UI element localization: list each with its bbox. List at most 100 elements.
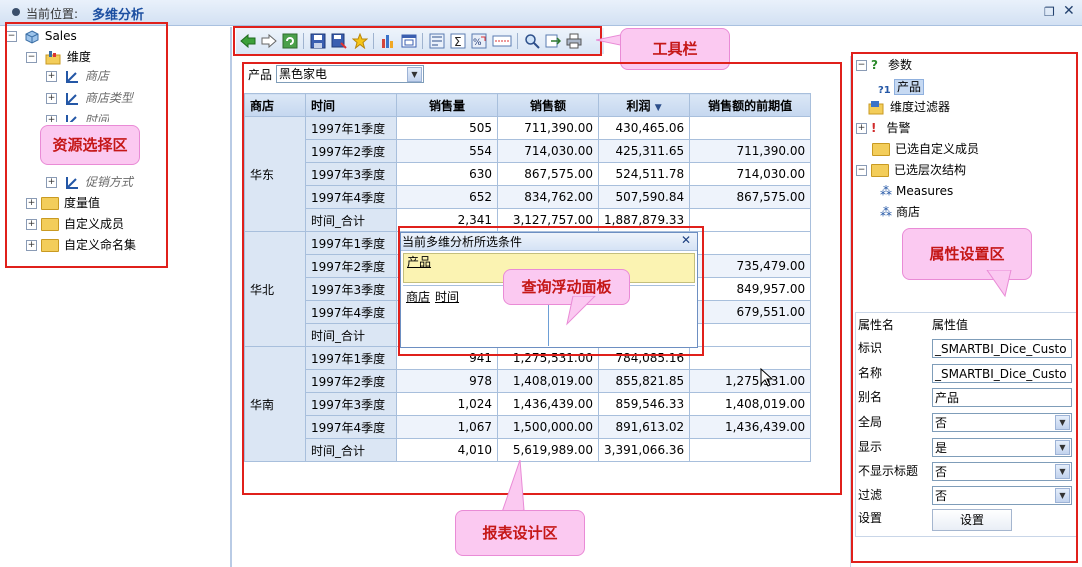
row-header-time[interactable]: 时间_合计 — [305, 323, 397, 347]
prop-value-select[interactable]: 是 ▼ — [932, 438, 1072, 457]
window-icon[interactable] — [401, 33, 417, 49]
calculate-icon[interactable]: % — [471, 33, 487, 49]
sort-desc-icon[interactable]: ▼ — [655, 103, 662, 113]
expand-icon[interactable]: + — [26, 219, 37, 230]
column-header-store[interactable]: 商店 — [244, 93, 306, 117]
collapse-icon[interactable]: − — [856, 165, 867, 176]
search-icon[interactable] — [524, 33, 540, 49]
column-header-profit[interactable]: 利润 ▼ — [597, 93, 691, 117]
tree-node-params[interactable]: −? 参数 — [856, 55, 912, 75]
chevron-down-icon[interactable]: ▼ — [407, 67, 422, 82]
forward-icon[interactable] — [261, 33, 277, 49]
collapse-icon[interactable]: − — [856, 60, 867, 71]
row-header-time[interactable]: 1997年2季度 — [305, 369, 397, 393]
expand-icon[interactable]: + — [46, 71, 57, 82]
prop-value-select[interactable]: 否 ▼ — [932, 486, 1072, 505]
tree-node-custom-members[interactable]: + 自定义成员 — [26, 214, 124, 234]
chevron-down-icon[interactable]: ▼ — [1055, 464, 1070, 479]
product-filter-select[interactable]: 黑色家电 ▼ — [276, 65, 424, 83]
column-header-prev-sales[interactable]: 销售额的前期值 — [689, 93, 812, 117]
row-item-store[interactable]: 商店 — [406, 288, 430, 305]
prop-value-select[interactable]: 否 ▼ — [932, 413, 1072, 432]
row-header-time[interactable]: 1997年3季度 — [305, 277, 397, 301]
floating-panel-titlebar[interactable]: 当前多维分析所选条件 — [401, 233, 697, 251]
table-row: 1997年2季度 554 714,030.00 425,311.65 711,390.0… — [245, 139, 812, 163]
restore-window-icon[interactable]: ❐ — [1044, 5, 1055, 19]
row-header-time[interactable]: 1997年2季度 — [305, 139, 397, 163]
row-header-time[interactable]: 时间_合计 — [305, 208, 397, 232]
tree-label: 商店 — [896, 205, 921, 219]
sum-icon[interactable]: Σ — [450, 33, 466, 49]
tree-label: 已选层次结构 — [894, 163, 967, 177]
cell-prev-sales: 735,479.00 — [689, 254, 812, 278]
expand-icon[interactable]: + — [26, 198, 37, 209]
floating-panel-close-icon[interactable]: ✕ — [681, 233, 691, 247]
tree-item-param-product[interactable]: ?1 产品 — [878, 77, 925, 97]
tree-item-time[interactable]: + 时间 — [46, 110, 109, 122]
tree-item-store-type[interactable]: + 商店类型 — [46, 88, 133, 108]
expand-icon[interactable]: + — [46, 93, 57, 104]
refresh-icon[interactable] — [282, 33, 298, 49]
cell-prev-sales — [689, 208, 812, 232]
prop-value-input[interactable]: _SMARTBI_Dice_Custo — [932, 364, 1072, 383]
tree-node-selected-hierarchy[interactable]: − 已选层次结构 — [856, 160, 966, 180]
chevron-down-icon[interactable]: ▼ — [1055, 415, 1070, 430]
expand-icon[interactable]: + — [26, 240, 37, 251]
collapse-icon[interactable]: − — [6, 31, 17, 42]
tree-node-selected-custom[interactable]: 已选自定义成员 — [872, 139, 979, 159]
row-header-time[interactable]: 1997年1季度 — [305, 346, 397, 370]
row-header-time[interactable]: 1997年3季度 — [305, 162, 397, 186]
expand-icon[interactable]: + — [856, 123, 867, 134]
row-header-time[interactable]: 1997年4季度 — [305, 185, 397, 209]
tree-root-sales[interactable]: − Sales — [6, 26, 77, 46]
export-icon[interactable] — [545, 33, 562, 49]
row-header-time[interactable]: 1997年1季度 — [305, 231, 397, 255]
column-header-time[interactable]: 时间 — [305, 93, 397, 117]
row-header-time[interactable]: 1997年3季度 — [305, 392, 397, 416]
close-window-icon[interactable]: ✕ — [1063, 3, 1075, 19]
tree-node-alerts[interactable]: +! 告警 — [856, 118, 911, 138]
save-as-icon[interactable] — [331, 33, 347, 49]
prop-value-input[interactable]: 产品 — [932, 388, 1072, 407]
column-header-sales[interactable]: 销售额 — [497, 93, 599, 117]
tree-item-promotion[interactable]: + 促销方式 — [46, 172, 133, 192]
column-header-quantity[interactable]: 销售量 — [396, 93, 498, 117]
filter-icon[interactable] — [429, 33, 445, 49]
row-header-time[interactable]: 1997年4季度 — [305, 300, 397, 324]
collapse-icon[interactable]: − — [26, 52, 37, 63]
tree-item-store[interactable]: + 商店 — [46, 66, 109, 86]
settings-button[interactable]: 设置 — [932, 509, 1012, 531]
tree-node-measures[interactable]: + 度量值 — [26, 193, 100, 213]
row-header-time[interactable]: 1997年1季度 — [305, 116, 397, 140]
tree-node-dim-filter[interactable]: 维度过滤器 — [868, 97, 950, 117]
favorite-icon[interactable] — [351, 32, 369, 50]
save-icon[interactable] — [310, 33, 326, 49]
expand-icon[interactable]: + — [46, 115, 57, 122]
chart-icon[interactable] — [380, 33, 396, 49]
cube-icon — [25, 29, 39, 44]
cell-profit: 855,821.85 — [597, 369, 691, 393]
print-icon[interactable] — [566, 33, 582, 49]
cell-quantity: 941 — [396, 346, 498, 370]
expand-icon[interactable]: + — [46, 177, 57, 188]
row-header-region[interactable]: 华东 — [244, 116, 306, 232]
prop-value-input[interactable]: _SMARTBI_Dice_Custo — [932, 339, 1072, 358]
row-header-time[interactable]: 1997年4季度 — [305, 415, 397, 439]
format-icon[interactable] — [492, 33, 512, 49]
filter-item-product[interactable]: 产品 — [407, 255, 431, 269]
tree-item-measures[interactable]: ⁂ Measures — [880, 181, 953, 201]
back-icon[interactable] — [240, 33, 256, 49]
row-header-time[interactable]: 时间_合计 — [305, 438, 397, 462]
prop-value-select[interactable]: 否 ▼ — [932, 462, 1072, 481]
chevron-down-icon[interactable]: ▼ — [1055, 488, 1070, 503]
row-header-time[interactable]: 1997年2季度 — [305, 254, 397, 278]
tree-node-dimension[interactable]: − 维度 — [26, 47, 91, 67]
tree-node-custom-sets[interactable]: + 自定义命名集 — [26, 235, 136, 255]
chevron-down-icon[interactable]: ▼ — [1055, 440, 1070, 455]
prop-value: 否 — [935, 416, 948, 430]
row-header-region[interactable]: 华北 — [244, 231, 306, 347]
row-item-time[interactable]: 时间 — [435, 288, 459, 305]
tree-item-store[interactable]: ⁂ 商店 — [880, 202, 920, 222]
title-bar: 当前位置: 多维分析 ❐ ✕ — [0, 0, 1082, 26]
row-header-region[interactable]: 华南 — [244, 346, 306, 462]
